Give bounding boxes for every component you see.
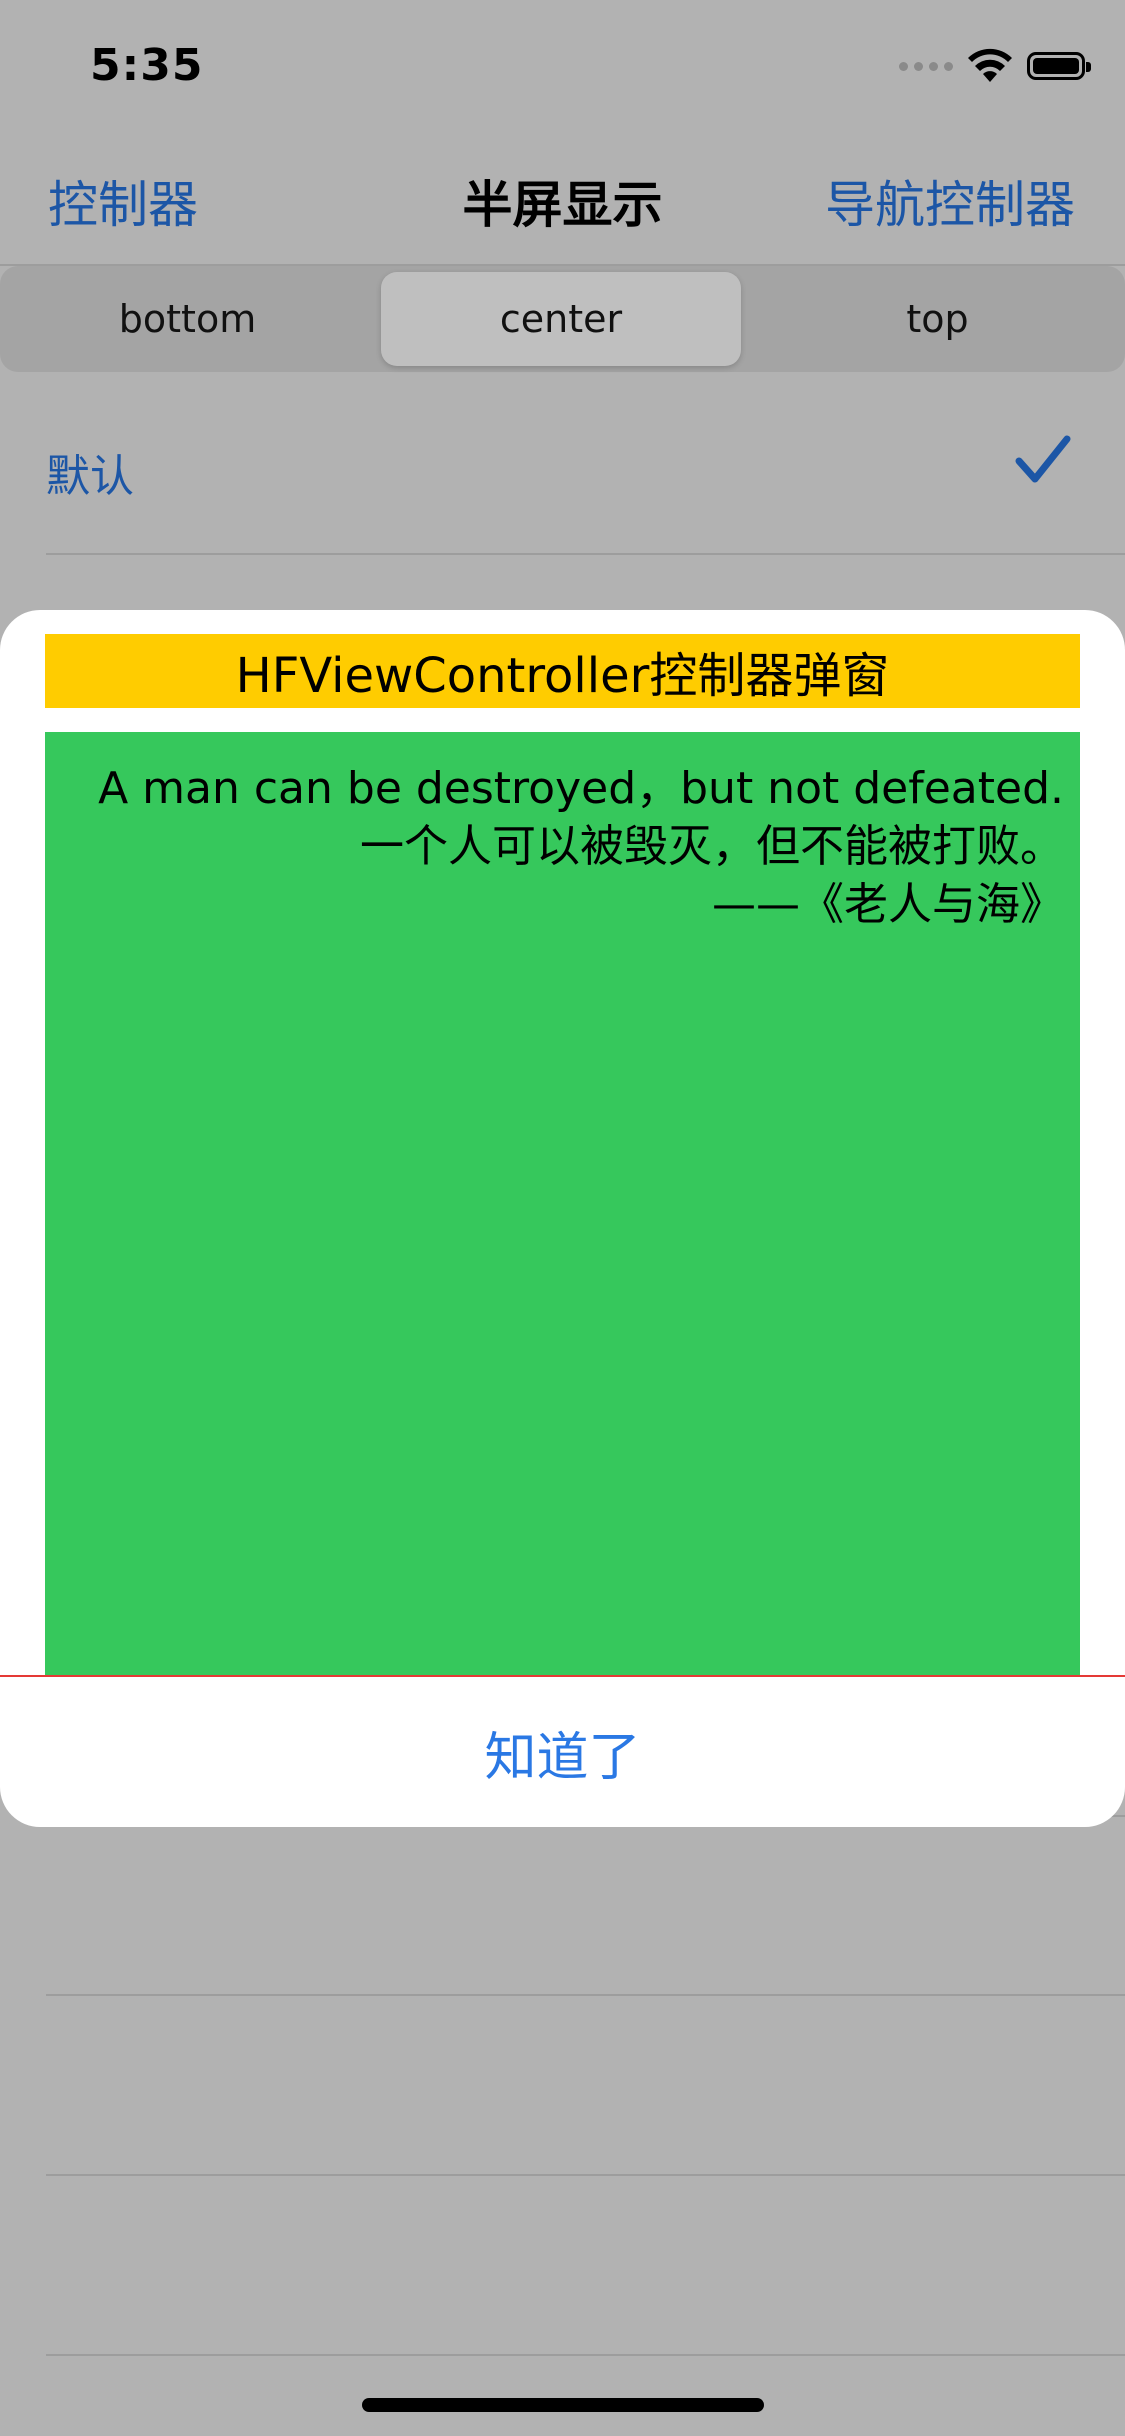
popup-content: A man can be destroyed，but not defeated.… bbox=[45, 732, 1080, 1675]
list-item-default[interactable]: 默认 bbox=[46, 440, 134, 504]
status-indicators bbox=[899, 46, 1091, 86]
quote-source: ——《老人与海》 bbox=[712, 879, 1064, 930]
quote-text: A man can be destroyed，but not defeated.… bbox=[98, 760, 1064, 934]
list-divider bbox=[46, 1994, 1125, 1996]
segment-top[interactable]: top bbox=[750, 266, 1125, 372]
quote-line-chinese: 一个人可以被毁灭，但不能被打败。 bbox=[360, 821, 1064, 872]
wifi-icon bbox=[968, 48, 1012, 82]
segment-center[interactable]: center bbox=[381, 272, 741, 366]
list-divider bbox=[46, 2354, 1125, 2356]
popup-title: HFViewController控制器弹窗 bbox=[45, 634, 1080, 708]
list-divider bbox=[46, 2174, 1125, 2176]
home-indicator[interactable] bbox=[362, 2398, 764, 2412]
segment-bottom[interactable]: bottom bbox=[0, 266, 375, 372]
list-divider bbox=[46, 553, 1125, 555]
cellular-signal-icon bbox=[899, 61, 953, 71]
quote-line-english: A man can be destroyed，but not defeated. bbox=[98, 763, 1064, 814]
popup-dialog: HFViewController控制器弹窗 A man can be destr… bbox=[0, 610, 1125, 1827]
nav-right-button[interactable]: 导航控制器 bbox=[825, 165, 1075, 237]
checkmark-icon bbox=[1015, 435, 1071, 483]
battery-icon bbox=[1027, 52, 1091, 80]
confirm-button[interactable]: 知道了 bbox=[0, 1677, 1125, 1827]
position-segmented-control[interactable]: bottom center top bbox=[0, 266, 1125, 372]
status-time: 5:35 bbox=[90, 40, 204, 91]
